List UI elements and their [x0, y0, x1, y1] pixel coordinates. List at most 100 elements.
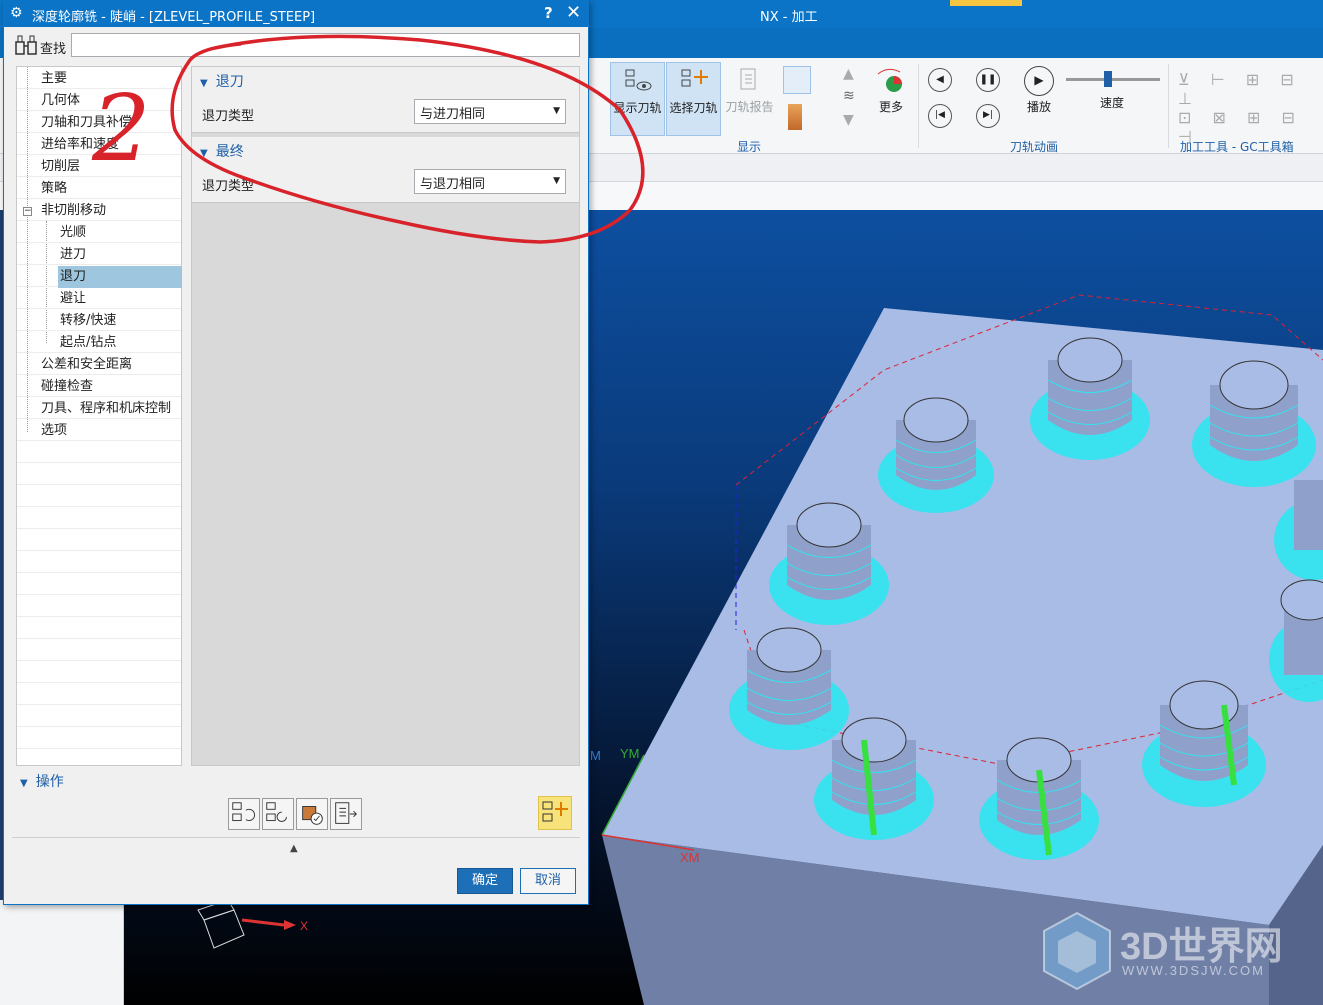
tree-item-geometry[interactable]: 几何体 — [41, 90, 80, 112]
tree-row — [17, 617, 181, 639]
binoculars-icon — [15, 35, 37, 55]
watermark-text: 3D世界网 — [1120, 926, 1283, 968]
replay-button[interactable] — [262, 798, 294, 830]
first-frame-button[interactable]: |◀ — [928, 104, 952, 128]
tree-row — [17, 727, 181, 749]
replay-icon — [266, 802, 287, 822]
show-toolpath-button[interactable]: 显示刀轨 — [610, 62, 665, 136]
tree-item-cut-levels[interactable]: 切削层 — [41, 156, 80, 178]
speed-slider-thumb[interactable] — [1104, 71, 1112, 87]
find-row: 查找 — [4, 29, 588, 63]
tree-item-non-cutting-moves[interactable]: 非切削移动 — [41, 200, 106, 222]
tree-item-tolerances[interactable]: 公差和安全距离 — [41, 354, 132, 376]
dialog-titlebar[interactable]: ⚙ 深度轮廓铣 - 陡峭 - [ZLEVEL_PROFILE_STEEP] ? … — [4, 1, 588, 27]
show-path-button[interactable] — [538, 796, 572, 830]
operations-header[interactable]: ▼ 操作 — [20, 771, 64, 791]
cancel-button[interactable]: 取消 — [520, 868, 576, 894]
verify-icon — [302, 806, 323, 825]
more-label: 更多 — [878, 100, 903, 114]
tree-row — [17, 705, 181, 727]
retract-type-label: 退刀类型 — [202, 109, 255, 124]
retract-group: ▼ 退刀 退刀类型 与进刀相同 ▼ — [192, 67, 579, 133]
tree-item-start-drill-points[interactable]: 起点/钻点 — [60, 332, 116, 354]
find-input[interactable] — [71, 33, 580, 57]
toolpath-report-icon — [740, 68, 755, 90]
tree-row — [17, 507, 181, 529]
tree-item-main[interactable]: 主要 — [41, 68, 67, 90]
help-button[interactable]: ? — [544, 4, 553, 22]
generate-icon — [232, 802, 256, 822]
retract-type-dropdown[interactable]: 与进刀相同 ▼ — [414, 99, 566, 124]
verify-button[interactable] — [296, 798, 328, 830]
tree-item-tool-axis[interactable]: 刀轴和刀具补偿 — [41, 112, 132, 134]
gouge-check-icon[interactable] — [783, 66, 811, 94]
toolpath-report-label: 刀轨报告 — [725, 100, 774, 114]
step-back-button[interactable]: ◀ — [928, 68, 952, 92]
show-toolpath-label: 显示刀轨 — [613, 101, 662, 115]
move-down-icon[interactable]: ▼ — [843, 112, 854, 128]
gear-icon: ⚙ — [10, 5, 23, 21]
list-button[interactable] — [330, 798, 362, 830]
final-retract-type-label: 退刀类型 — [202, 179, 255, 194]
retract-type-value: 与进刀相同 — [420, 107, 486, 122]
chevron-down-icon: ▼ — [553, 106, 560, 116]
last-frame-button[interactable]: ▶| — [976, 104, 1000, 128]
watermark: 3D世界网 WWW.3DSJW.COM — [1040, 905, 1320, 1000]
close-button[interactable]: ✕ — [566, 2, 581, 23]
tree-item-feeds-speeds[interactable]: 进给率和速度 — [41, 134, 119, 156]
tree-item-smoothing[interactable]: 光顺 — [60, 222, 86, 244]
show-toolpath-icon — [625, 69, 651, 91]
speed-slider[interactable] — [1066, 71, 1160, 87]
operations-title: 操作 — [35, 774, 64, 790]
final-retract-type-dropdown[interactable]: 与退刀相同 ▼ — [414, 169, 566, 194]
ok-button[interactable]: 确定 — [457, 868, 513, 894]
find-label: 查找 — [40, 42, 67, 57]
more-button[interactable]: 更多 — [868, 62, 914, 136]
collapse-up-icon[interactable]: ▲ — [290, 843, 298, 854]
tree-item-tool-program-machine[interactable]: 刀具、程序和机床控制 — [41, 398, 171, 420]
tree-item-strategy[interactable]: 策略 — [41, 178, 67, 200]
tree-item-collision-check[interactable]: 碰撞检查 — [41, 376, 93, 398]
tree-item-retract[interactable]: 退刀 — [58, 266, 182, 288]
tree-item-transfer-rapid[interactable]: 转移/快速 — [60, 310, 116, 332]
collapse-triangle-icon: ▼ — [20, 778, 28, 789]
nx-window-title: NX - 加工 — [760, 10, 818, 25]
display-group-label: 显示 — [737, 140, 762, 154]
select-toolpath-button[interactable]: 选择刀轨 — [666, 62, 721, 136]
move-up-icon[interactable]: ▲ — [843, 66, 854, 82]
play-button[interactable]: ▶ 播放 — [1016, 62, 1062, 136]
axis-ym-label: YM — [620, 746, 640, 761]
axis-m-label: M — [590, 748, 601, 763]
layers-icon[interactable]: ≋ — [843, 88, 855, 104]
tree-item-avoidance[interactable]: 避让 — [60, 288, 86, 310]
tree-row — [17, 661, 181, 683]
final-group-header[interactable]: ▼ 最终 — [200, 141, 244, 161]
toolpath-report-button[interactable]: 刀轨报告 — [722, 62, 777, 136]
tree-item-engage[interactable]: 进刀 — [60, 244, 86, 266]
tree-row — [17, 441, 181, 463]
dialog-tree: − 主要 几何体 刀轴和刀具补偿 进给率和速度 切削层 策略 非切削移动 光顺 … — [16, 66, 182, 766]
final-retract-type-value: 与退刀相同 — [420, 177, 486, 192]
toolpath-icon — [542, 801, 568, 822]
tree-item-options[interactable]: 选项 — [41, 420, 67, 442]
process-tools-group-label: 加工工具 - GC工具箱 — [1180, 140, 1294, 154]
tool-display-icon[interactable] — [788, 104, 802, 130]
process-tools-icons[interactable]: ⊻ ⊢ ⊞ ⊟ ⊥ ⊡ ⊠ ⊞ ⊟ ⊣ — [1178, 70, 1318, 146]
operations-section: ▼ 操作 — [12, 766, 580, 838]
pause-button[interactable]: ❚❚ — [976, 68, 1000, 92]
navigator-panel — [0, 900, 124, 1005]
speed-label: 速度 — [1100, 96, 1125, 110]
watermark-cube-logo — [1043, 911, 1111, 991]
final-group: ▼ 最终 退刀类型 与退刀相同 ▼ — [192, 137, 579, 203]
ribbon-separator — [1168, 64, 1169, 148]
tree-row — [17, 683, 181, 705]
play-icon: ▶ — [1024, 66, 1054, 96]
tree-row — [17, 221, 181, 243]
generate-button[interactable] — [228, 798, 260, 830]
tree-row — [17, 463, 181, 485]
retract-group-header[interactable]: ▼ 退刀 — [200, 71, 244, 91]
triad-x-label: X — [300, 919, 308, 933]
tree-row — [17, 639, 181, 661]
tree-row — [17, 573, 181, 595]
tree-row — [17, 243, 181, 265]
